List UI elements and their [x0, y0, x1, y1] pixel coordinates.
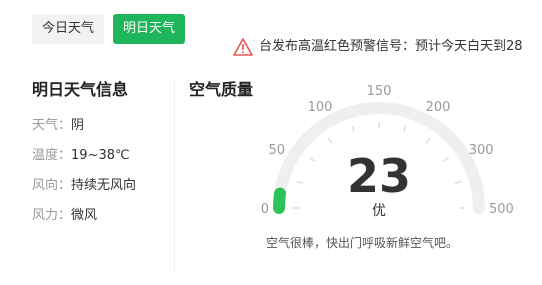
gauge-scale-label: 300 [469, 143, 494, 158]
gauge-scale-label: 500 [489, 202, 514, 217]
wind-force-row: 风力：微风 [32, 204, 97, 223]
weather-row: 天气：阴 [32, 114, 84, 133]
gauge-scale-label: 150 [367, 84, 392, 99]
alert-text: 台发布高温红色预警信号：预计今天白天到28 [261, 39, 523, 54]
gauge-scale-label: 100 [308, 100, 333, 115]
gauge-tick [308, 156, 315, 162]
gauge-tick [403, 125, 407, 133]
alert-text-container: 台发布高温红色预警信号：预计今天白天到28 [261, 36, 542, 58]
aqi-value: 23 [346, 149, 411, 203]
tab-today-weather[interactable]: 今日天气 [32, 14, 105, 44]
gauge-scale-label: 50 [269, 143, 286, 158]
wind-direction-row: 风向：持续无风向 [32, 174, 136, 193]
weather-alert[interactable]: 台发布高温红色预警信号：预计今天白天到28 [233, 36, 542, 58]
gauge-tick [425, 137, 431, 144]
temperature-value: 19~38℃ [71, 148, 130, 163]
weather-value: 阴 [71, 118, 85, 133]
gauge-fill [273, 187, 287, 214]
gauge-tick [327, 137, 333, 144]
tab-tomorrow-weather[interactable]: 明日天气 [113, 14, 186, 44]
wind-force-label: 风力： [32, 208, 72, 223]
temperature-label: 温度： [32, 148, 72, 163]
gauge-tick [443, 156, 450, 162]
wind-force-value: 微风 [71, 208, 98, 223]
gauge-tick [351, 125, 355, 133]
gauge-scale-label: 0 [261, 202, 269, 217]
gauge-scale-label: 200 [426, 100, 451, 115]
wind-direction-value: 持续无风向 [71, 178, 137, 193]
aqi-level: 优 [372, 203, 386, 219]
warning-triangle-icon [233, 38, 253, 56]
temperature-row: 温度：19~38℃ [32, 144, 130, 163]
wind-direction-label: 风向： [32, 178, 72, 193]
column-divider [174, 78, 175, 274]
gauge-tick [296, 180, 304, 184]
weather-label: 天气： [32, 118, 72, 133]
air-quality-title: 空气质量 [189, 80, 254, 99]
gauge-tick [454, 180, 462, 184]
tomorrow-info-title: 明日天气信息 [32, 80, 129, 99]
aqi-tip: 空气很棒，快出门呼吸新鲜空气吧。 [266, 236, 459, 250]
